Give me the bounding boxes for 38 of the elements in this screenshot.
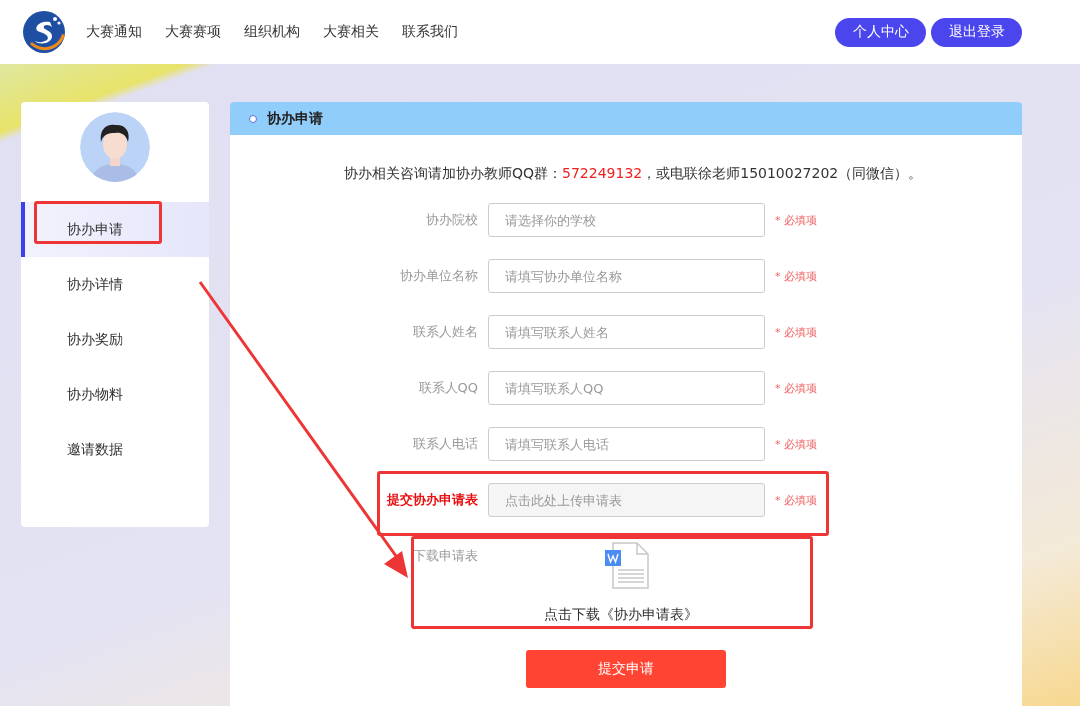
header-button[interactable]: 个人中心 <box>835 17 926 47</box>
notice-text: 协办相关咨询请加协办教师QQ群：572249132，或电联徐老师15010027202（同微信）。 <box>344 165 923 183</box>
sidebar-item[interactable]: 协办奖励 <box>21 312 209 367</box>
input-field[interactable]: 请填写联系人QQ <box>488 371 765 405</box>
nav-link[interactable]: 大赛相关 <box>323 23 379 41</box>
input-field[interactable]: 请填写协办单位名称 <box>488 259 765 293</box>
field-label: 协办院校 <box>425 211 478 229</box>
field-label: 提交协办申请表 <box>386 491 478 509</box>
input-field[interactable]: 请填写联系人电话 <box>488 427 765 461</box>
nav-link[interactable]: 大赛通知 <box>86 23 142 41</box>
nav-link[interactable]: 联系我们 <box>402 23 458 41</box>
input-field[interactable]: 请选择你的学校 <box>488 203 765 237</box>
required-note: * 必填项 <box>775 492 818 508</box>
sidebar-item[interactable]: 协办物料 <box>21 367 209 422</box>
sidebar-item[interactable]: 协办详情 <box>21 257 209 312</box>
field-label: 联系人QQ <box>417 379 478 397</box>
avatar-icon <box>80 112 150 182</box>
required-note: * 必填项 <box>775 324 818 340</box>
field-label: 联系人姓名 <box>412 323 478 341</box>
download-link[interactable]: 点击下载《协办申请表》 <box>543 606 698 624</box>
input-field[interactable]: 请填写联系人姓名 <box>488 315 765 349</box>
required-note: * 必填项 <box>775 212 818 228</box>
required-note: * 必填项 <box>775 436 818 452</box>
bullet-icon <box>249 114 257 123</box>
required-note: * 必填项 <box>775 380 818 396</box>
sidebar-item[interactable]: 协办申请 <box>21 202 209 257</box>
field-label: 联系人电话 <box>412 435 478 453</box>
sidebar-item[interactable]: 邀请数据 <box>21 422 209 477</box>
nav-link[interactable]: 大赛赛项 <box>165 23 221 41</box>
word-document-icon[interactable] <box>603 542 650 590</box>
panel-title: 协办申请 <box>267 109 323 128</box>
field-label: 协办单位名称 <box>399 267 478 285</box>
header-button[interactable]: 退出登录 <box>931 17 1022 47</box>
logo-icon[interactable] <box>22 10 66 54</box>
nav-link[interactable]: 组织机构 <box>244 23 300 41</box>
required-note: * 必填项 <box>775 268 818 284</box>
field-label: 下载申请表 <box>412 547 478 565</box>
upload-field[interactable]: 点击此处上传申请表 <box>488 483 765 517</box>
